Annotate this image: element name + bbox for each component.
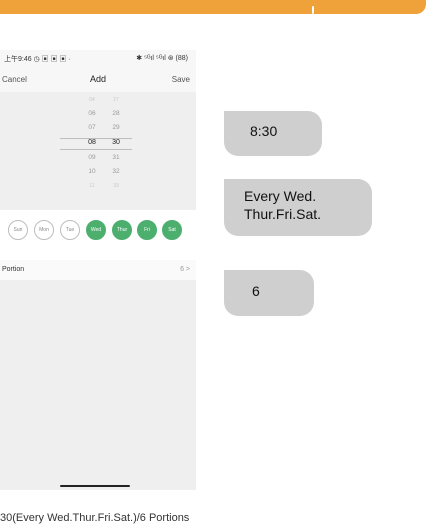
navbar: Cancel Add Save — [0, 66, 196, 92]
time-picker[interactable]: 04 06 07 08 09 10 11 27 28 29 30 31 32 3… — [0, 94, 196, 194]
day-toggle-wed[interactable]: Wed — [86, 220, 106, 240]
minute-wheel[interactable]: 27 28 29 30 31 32 33 — [96, 94, 136, 194]
day-toggle-thur[interactable]: Thur — [112, 220, 132, 240]
picker-selection-line-bottom — [60, 149, 132, 150]
minute-option[interactable]: 33 — [96, 182, 136, 190]
caption-text: 30(Every Wed.Thur.Fri.Sat.)/6 Portions — [0, 512, 190, 524]
portion-bubble-text: 6 — [252, 283, 260, 299]
day-toggle-sat[interactable]: Sat — [162, 220, 182, 240]
phone-screenshot: 上午9:46 ◷ ▣ ▣ ▣ · ✱ ⁵ᴳıl ⁵ᴳıl ⊛ (88) Canc… — [0, 50, 196, 490]
portion-value: 6 > — [180, 266, 190, 273]
save-button[interactable]: Save — [172, 75, 190, 84]
portion-bubble: 6 — [224, 270, 314, 316]
home-indicator — [60, 485, 130, 487]
days-bubble: Every Wed. Thur.Fri.Sat. — [224, 179, 372, 236]
day-toggle-tue[interactable]: Tue — [60, 220, 80, 240]
status-time: 上午9:46 ◷ ▣ ▣ ▣ · — [4, 56, 71, 63]
picker-selection-line-top — [60, 138, 132, 139]
minute-option-selected[interactable]: 30 — [96, 139, 136, 147]
days-bubble-line2: Thur.Fri.Sat. — [244, 206, 322, 222]
minute-option[interactable]: 27 — [96, 96, 136, 104]
time-bubble-text: 8:30 — [250, 123, 278, 139]
page-title: Add — [89, 74, 106, 84]
portion-label: Portion — [2, 266, 25, 273]
status-bar: 上午9:46 ◷ ▣ ▣ ▣ · ✱ ⁵ᴳıl ⁵ᴳıl ⊛ (88) — [0, 50, 196, 66]
minute-option[interactable]: 29 — [96, 124, 136, 132]
days-bubble-line1: Every Wed. — [244, 188, 317, 204]
banner-notch — [312, 6, 314, 14]
day-toggle-mon[interactable]: Mon — [34, 220, 54, 240]
time-bubble: 8:30 — [224, 111, 322, 156]
minute-option[interactable]: 31 — [96, 154, 136, 162]
minute-option[interactable]: 32 — [96, 168, 136, 176]
top-banner — [0, 0, 426, 14]
portion-row[interactable]: Portion 6 > — [0, 260, 196, 280]
minute-option[interactable]: 28 — [96, 110, 136, 118]
day-toggle-sun[interactable]: Sun — [8, 220, 28, 240]
status-icons: ✱ ⁵ᴳıl ⁵ᴳıl ⊛ (88) — [136, 55, 188, 62]
day-toggle-fri[interactable]: Fri — [137, 220, 157, 240]
